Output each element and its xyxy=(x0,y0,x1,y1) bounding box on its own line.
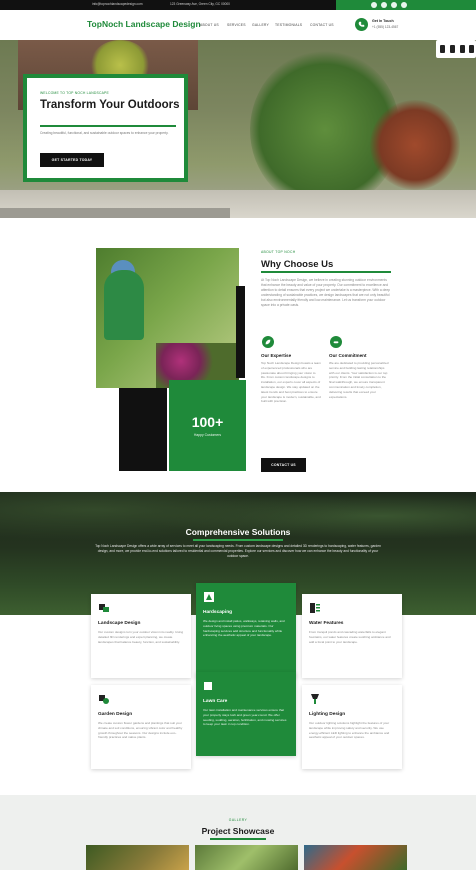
services-divider xyxy=(193,539,283,541)
about-kicker: ABOUT TOP NOCH xyxy=(261,250,296,254)
hero-description: Creating beautiful, functional, and sust… xyxy=(40,131,169,135)
service-text: We design and install patios, walkways, … xyxy=(203,619,285,638)
leaf-icon xyxy=(262,336,274,348)
gallery-kicker: GALLERY xyxy=(228,818,248,822)
garden-icon xyxy=(99,695,109,704)
gardener-photo xyxy=(96,248,239,388)
nav-about[interactable]: ABOUT US xyxy=(200,23,219,27)
service-card-lawn-care[interactable]: Lawn Care Our lawn installation and main… xyxy=(196,672,296,756)
service-text: Our custom designs turn your outdoor vis… xyxy=(98,630,184,644)
get-started-button[interactable]: GET STARTED TODAY xyxy=(40,153,104,167)
services-title: Comprehensive Solutions xyxy=(185,527,291,537)
hero-divider xyxy=(40,125,176,127)
service-card-landscape-design[interactable]: Landscape Design Our custom designs turn… xyxy=(91,594,191,678)
expertise-text: Top Noch Landscape Design boasts a team … xyxy=(261,361,321,404)
site-logo[interactable]: TopNoch Landscape Design xyxy=(87,19,201,29)
handshake-icon xyxy=(330,336,342,348)
service-title: Water Features xyxy=(309,621,344,626)
site-header: TopNoch Landscape Design ABOUT US SERVIC… xyxy=(0,10,476,40)
instagram-icon[interactable] xyxy=(391,2,397,8)
nav-gallery[interactable]: GALLERY xyxy=(252,23,269,27)
gallery-divider xyxy=(210,838,266,840)
menu-icon[interactable] xyxy=(469,45,474,53)
about-title: Why Choose Us xyxy=(261,259,334,270)
about-divider xyxy=(261,271,391,273)
service-text: Our lawn installation and maintenance se… xyxy=(203,708,287,727)
expertise-title: Our Expertise xyxy=(261,353,292,358)
cart-icon[interactable] xyxy=(440,45,445,53)
address-text: 123 Greenway Ave, Green City, GC 00000 xyxy=(170,2,230,6)
decor-block xyxy=(119,388,167,471)
mower-icon xyxy=(204,682,212,690)
service-title: Garden Design xyxy=(98,712,133,717)
phone-icon[interactable] xyxy=(355,18,368,31)
call-label: Get In Touch xyxy=(372,19,394,23)
service-text: We create custom flower gardens and plan… xyxy=(98,721,183,740)
commitment-text: We are dedicated to providing personaliz… xyxy=(329,361,389,399)
services-photo-trees xyxy=(0,492,476,552)
nav-contact[interactable]: CONTACT US xyxy=(310,23,334,27)
side-toolbar xyxy=(436,40,476,58)
stat-label: Happy Customers xyxy=(193,433,222,437)
decor-bar xyxy=(236,286,245,378)
about-description: At Top Noch Landscape Design, we believe… xyxy=(261,278,391,307)
stat-number: 100+ xyxy=(191,414,224,430)
lock-icon[interactable] xyxy=(460,45,465,53)
service-title: Lighting Design xyxy=(309,712,346,717)
service-title: Hardscaping xyxy=(203,610,233,615)
nav-services[interactable]: SERVICES xyxy=(227,23,246,27)
twitter-icon[interactable] xyxy=(381,2,387,8)
user-icon[interactable] xyxy=(450,45,455,53)
top-bar: info@topnochlandscapedesign.com 123 Gree… xyxy=(0,0,476,10)
service-card-lighting-design[interactable]: Lighting Design Our outdoor lighting sol… xyxy=(302,685,402,769)
gallery-image-1[interactable] xyxy=(86,845,189,870)
nav-testimonials[interactable]: TESTIMONIALS xyxy=(275,23,302,27)
service-text: Our outdoor lighting solutions highlight… xyxy=(309,721,390,740)
lamp-icon xyxy=(311,694,319,704)
stat-box: 100+ Happy Customers xyxy=(169,380,246,471)
service-card-water-features[interactable]: Water Features From tranquil ponds and c… xyxy=(302,594,402,678)
gallery-title: Project Showcase xyxy=(201,826,275,836)
hero-photo-stones xyxy=(0,208,230,218)
gallery-image-3[interactable] xyxy=(304,845,407,870)
contact-us-button[interactable]: CONTACT US xyxy=(261,458,306,472)
photo-gardener xyxy=(104,270,144,340)
facebook-icon[interactable] xyxy=(371,2,377,8)
blueprint-icon xyxy=(99,604,109,612)
email-text[interactable]: info@topnochlandscapedesign.com xyxy=(92,2,143,6)
fountain-icon xyxy=(310,603,320,613)
hero-title: Transform Your Outdoors xyxy=(40,99,180,111)
service-title: Lawn Care xyxy=(203,699,228,704)
hero-kicker: WELCOME TO TOP NOCH LANDSCAPE xyxy=(40,91,109,95)
service-title: Landscape Design xyxy=(98,621,141,626)
hero-photo-maple xyxy=(370,100,460,190)
service-card-hardscaping[interactable]: Hardscaping We design and install patios… xyxy=(196,583,296,678)
commitment-title: Our Commitment xyxy=(329,353,367,358)
linkedin-icon[interactable] xyxy=(401,2,407,8)
gallery-image-2[interactable] xyxy=(195,845,298,870)
service-text: From tranquil ponds and cascading waterf… xyxy=(309,630,391,644)
paver-icon xyxy=(204,592,214,602)
call-number[interactable]: +1 (555) 123-4567 xyxy=(372,25,398,29)
service-card-garden-design[interactable]: Garden Design We create custom flower ga… xyxy=(91,685,191,769)
hero-card-content: WELCOME TO TOP NOCH LANDSCAPE Transform … xyxy=(27,78,184,178)
services-description: Top Noch Landscape Design offers a wide … xyxy=(95,544,381,558)
